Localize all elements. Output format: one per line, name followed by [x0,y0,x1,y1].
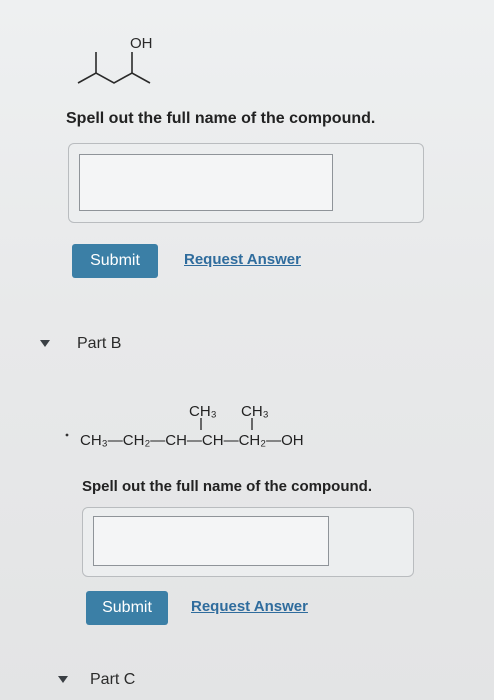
part-a-question: Spell out the full name of the compound. [66,110,376,127]
part-b-title: Part B [77,335,122,352]
part-b-submit-button[interactable]: Submit [86,591,168,625]
methyl-substituent-1: CH₃ [189,403,217,420]
collapse-triangle-icon[interactable] [40,340,50,347]
part-c-title: Part C [90,671,136,688]
hydroxyl-label: OH [130,35,153,52]
condensed-formula-b: CH₃ CH₃ CH₃—CH₂—CH—CH—CH₂—OH [65,403,304,449]
part-b-answer-input[interactable] [93,516,329,566]
part-a-submit-button[interactable]: Submit [72,244,158,278]
collapse-triangle-icon-c[interactable] [58,676,68,683]
part-a-request-answer-link[interactable]: Request Answer [184,251,301,268]
part-a-answer-input[interactable] [79,154,333,211]
skeletal-structure-a: OH [77,35,153,84]
main-chain-formula: CH₃—CH₂—CH—CH—CH₂—OH [80,432,304,449]
part-b-question: Spell out the full name of the compound. [82,478,372,495]
part-b-request-answer-link[interactable]: Request Answer [191,598,308,615]
methyl-substituent-2: CH₃ [241,403,269,420]
